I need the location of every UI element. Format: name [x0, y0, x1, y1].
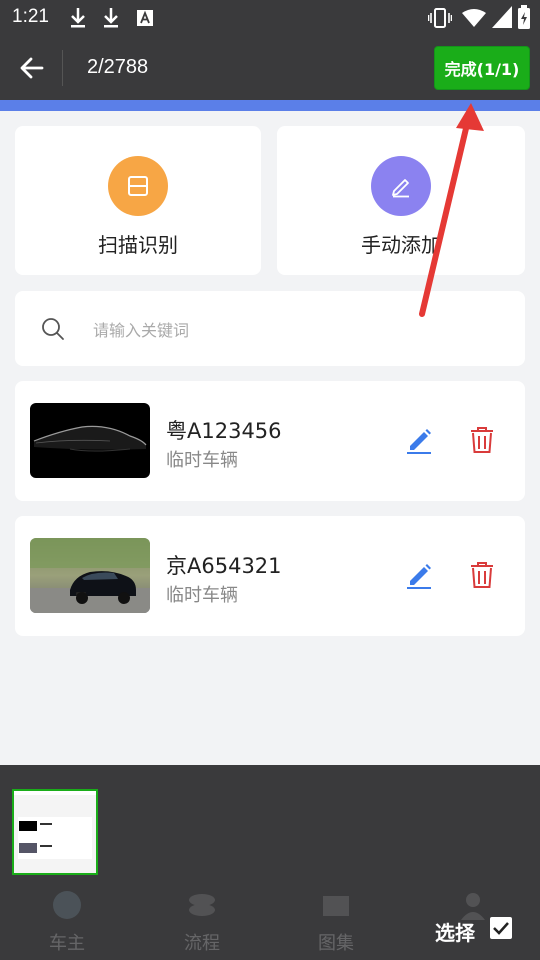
scan-icon	[108, 156, 168, 216]
vehicle-type: 临时车辆	[166, 450, 238, 471]
plate-number: 京A654321	[166, 554, 282, 578]
search-box	[15, 291, 525, 366]
gallery-icon	[323, 896, 349, 916]
tab-label: 图集	[318, 933, 354, 954]
manual-add-label: 手动添加	[361, 233, 441, 257]
car-icon	[53, 891, 81, 919]
select-checkbox[interactable]	[490, 917, 512, 939]
edit-icon[interactable]	[405, 560, 435, 590]
checkmark-icon	[493, 922, 509, 935]
status-time: 1:21	[12, 6, 49, 27]
scan-recognize-card[interactable]: 扫描识别	[15, 126, 261, 275]
download-icon	[104, 8, 118, 28]
trash-icon[interactable]	[467, 425, 497, 455]
tab-label: 车主	[49, 933, 85, 954]
tab-process[interactable]: 流程	[157, 885, 247, 960]
page-thumbnail[interactable]	[12, 789, 98, 875]
bottom-panel: 车主 流程 图集 选择	[0, 765, 540, 960]
vehicle-card[interactable]: 粤A123456 临时车辆	[15, 381, 525, 501]
download-icon	[71, 8, 85, 28]
edit-icon[interactable]	[405, 425, 435, 455]
vehicle-photo	[30, 403, 150, 478]
battery-icon	[518, 5, 530, 29]
pen-icon	[371, 156, 431, 216]
trash-icon[interactable]	[467, 560, 497, 590]
tab-label: 流程	[184, 933, 220, 954]
manual-add-card[interactable]: 手动添加	[277, 126, 525, 275]
select-label: 选择	[435, 921, 475, 945]
wifi-icon	[462, 9, 486, 27]
tab-owner[interactable]: 车主	[22, 885, 112, 960]
search-icon	[42, 318, 64, 340]
done-button[interactable]: 完成(1/1)	[434, 46, 530, 90]
vehicle-card[interactable]: 京A654321 临时车辆	[15, 516, 525, 636]
search-input[interactable]	[91, 311, 495, 349]
main-content: 扫描识别 手动添加 粤A123456 临时车辆	[0, 111, 540, 765]
signal-icon	[492, 6, 512, 28]
back-arrow-icon[interactable]	[16, 52, 48, 84]
plate-number: 粤A123456	[166, 419, 282, 443]
status-bar: 1:21	[0, 0, 540, 36]
app-bar: 2/2788 完成(1/1)	[0, 36, 540, 100]
vehicle-type: 临时车辆	[166, 585, 238, 606]
vibrate-icon	[428, 8, 452, 28]
person-icon	[461, 893, 485, 920]
scan-recognize-label: 扫描识别	[98, 233, 178, 257]
process-icon	[189, 894, 215, 916]
header-divider	[62, 50, 63, 86]
vehicle-photo	[30, 538, 150, 613]
tab-gallery[interactable]: 图集	[291, 885, 381, 960]
page-counter: 2/2788	[87, 56, 149, 78]
keyboard-a-icon	[137, 10, 153, 26]
accent-strip	[0, 100, 540, 111]
